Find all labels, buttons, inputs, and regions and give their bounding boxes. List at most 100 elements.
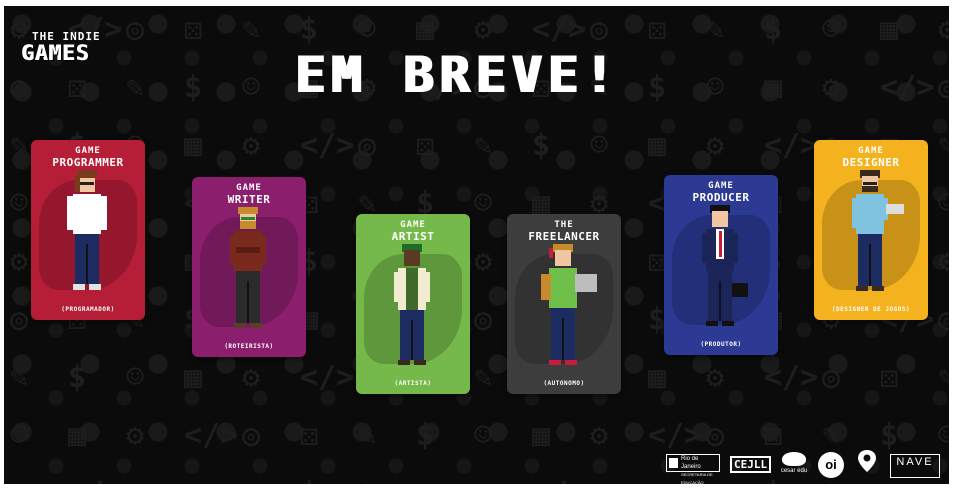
grid-icon: ▦ (416, 476, 434, 484)
cejll-logo: CEJLL (730, 456, 772, 473)
card-title-line1: GAME (708, 181, 734, 191)
code-icon: </> (764, 128, 819, 163)
code-icon: </> (184, 418, 239, 453)
code-icon: </> (532, 12, 587, 47)
face-icon: ☺ (706, 70, 725, 105)
code-icon: </> (300, 360, 355, 395)
face-icon: ☺ (822, 12, 841, 47)
target-icon: ◎ (10, 302, 29, 337)
card-title-line2: WRITER (227, 193, 271, 206)
coin-icon: $ (300, 476, 318, 484)
pencil-icon: ✎ (242, 476, 260, 484)
gear-icon: ⚙ (242, 128, 261, 163)
card-title-line1: GAME (75, 146, 101, 156)
dice-icon: ⚄ (416, 128, 435, 163)
card-role: (ROTEIRISTA) (224, 343, 274, 350)
card-title-line1: GAME (236, 183, 262, 193)
card-role: (PROGRAMADOR) (61, 306, 115, 313)
gear-icon: ⚙ (822, 70, 841, 105)
pencil-icon: ✎ (358, 418, 377, 453)
pencil-icon: ✎ (10, 360, 29, 395)
rio-logo-sub: SECRETARIA DE EDUCAÇÃO (681, 472, 713, 484)
rio-de-janeiro-logo: Rio de Janeiro SECRETARIA DE EDUCAÇÃO (666, 454, 720, 484)
card-title-line1: GAME (400, 220, 426, 230)
grid-icon: ▦ (184, 128, 203, 163)
target-icon: ◎ (126, 12, 145, 47)
pencil-icon: ✎ (126, 70, 145, 105)
face-icon: ☺ (474, 186, 493, 221)
card-game-producer: GAME PRODUCER (PRODUTOR) (664, 175, 778, 355)
card-title-line2: DESIGNER (842, 156, 900, 169)
pencil-icon: ✎ (706, 12, 725, 47)
grid-icon: ▦ (416, 12, 435, 47)
code-icon: </> (300, 128, 355, 163)
face-icon: ☺ (358, 476, 376, 484)
gear-icon: ⚙ (10, 476, 28, 484)
coin-icon: $ (532, 128, 551, 163)
card-title-line2: PROGRAMMER (52, 156, 124, 169)
gear-icon: ⚙ (10, 244, 29, 279)
face-icon: ☺ (938, 186, 949, 221)
card-the-freelancer: THE FREELANCER (AUTONOMO) (507, 214, 621, 394)
grid-icon: ▦ (532, 418, 551, 453)
coin-icon: $ (184, 70, 203, 105)
card-role: (ARTISTA) (394, 380, 432, 387)
target-icon: ◎ (474, 302, 493, 337)
coin-icon: $ (648, 70, 667, 105)
code-icon: </> (880, 70, 935, 105)
face-icon: ☺ (10, 418, 29, 453)
face-icon: ☺ (126, 360, 145, 395)
pencil-icon: ✎ (938, 128, 949, 163)
face-icon: ☺ (590, 128, 609, 163)
card-role: (AUTONOMO) (543, 380, 585, 387)
page-frame: ⚙ </> ◎ ⚄ ✎ $ ☺ ▦ ⚙ </> ◎ ⚄ ✎ $ ☺ ▦ ⚙ ◎ ⚄ ✎ $ ☺ ▦ ⚙ </> ◎ ⚄ ✎ $ ☺ ▦ ⚙ </… (0, 0, 960, 494)
code-icon: </> (532, 476, 586, 484)
card-title-line2: FREELANCER (528, 230, 600, 243)
dice-icon: ⚄ (648, 12, 667, 47)
grid-icon: ▦ (880, 12, 899, 47)
pencil-icon: ✎ (242, 12, 261, 47)
card-title-line1: THE (554, 220, 574, 230)
card-game-designer: GAME DESIGNER (DESIGNER DE JOGOS) (814, 140, 928, 320)
gear-icon: ⚙ (706, 360, 725, 395)
coin-icon: $ (300, 12, 319, 47)
gear-icon: ⚙ (474, 476, 492, 484)
brand-logo: THE INDIE GAMES (22, 30, 101, 65)
gear-icon: ⚙ (706, 128, 725, 163)
card-game-writer: GAME WRITER (ROTEIRISTA) (192, 177, 306, 357)
coin-icon: $ (68, 360, 87, 395)
pencil-icon: ✎ (938, 360, 949, 395)
card-title-line1: GAME (858, 146, 884, 156)
target-icon: ◎ (938, 70, 949, 105)
banner: ⚙ </> ◎ ⚄ ✎ $ ☺ ▦ ⚙ </> ◎ ⚄ ✎ $ ☺ ▦ ⚙ ◎ ⚄ ✎ $ ☺ ▦ ⚙ </> ◎ ⚄ ✎ $ ☺ ▦ ⚙ </… (4, 6, 949, 484)
target-icon: ◎ (938, 302, 949, 337)
card-game-programmer: GAME PROGRAMMER (PROGRAMADOR) (31, 140, 145, 320)
dice-icon: ⚄ (184, 12, 203, 47)
coin-icon: $ (416, 418, 435, 453)
gear-icon: ⚙ (938, 12, 949, 47)
code-icon: </> (68, 476, 122, 484)
grid-icon: ▦ (648, 360, 667, 395)
cesar-logo-text: cesar edu (780, 468, 808, 474)
coat-of-arms-icon (669, 458, 678, 468)
card-title-line2: ARTIST (391, 230, 435, 243)
card-role: (PRODUTOR) (700, 341, 742, 348)
face-icon: ☺ (10, 186, 29, 221)
face-icon: ☺ (474, 418, 493, 453)
coin-icon: $ (764, 12, 783, 47)
pencil-icon: ✎ (474, 360, 493, 395)
target-icon: ◎ (822, 360, 841, 395)
pencil-icon: ✎ (474, 128, 493, 163)
rio-logo-name: Rio de Janeiro (681, 456, 701, 470)
cesar-symbol-icon (782, 452, 806, 466)
gear-icon: ⚙ (474, 12, 493, 47)
card-game-artist: GAME ARTIST (ARTISTA) (356, 214, 470, 394)
gear-icon: ⚙ (938, 244, 949, 279)
card-title-line2: PRODUCER (692, 191, 750, 204)
location-pin-icon (858, 450, 876, 472)
face-icon: ☺ (242, 70, 261, 105)
target-icon: ◎ (10, 70, 29, 105)
gear-icon: ⚙ (242, 360, 261, 395)
dice-icon: ⚄ (880, 360, 899, 395)
dice-icon: ⚄ (68, 70, 87, 105)
